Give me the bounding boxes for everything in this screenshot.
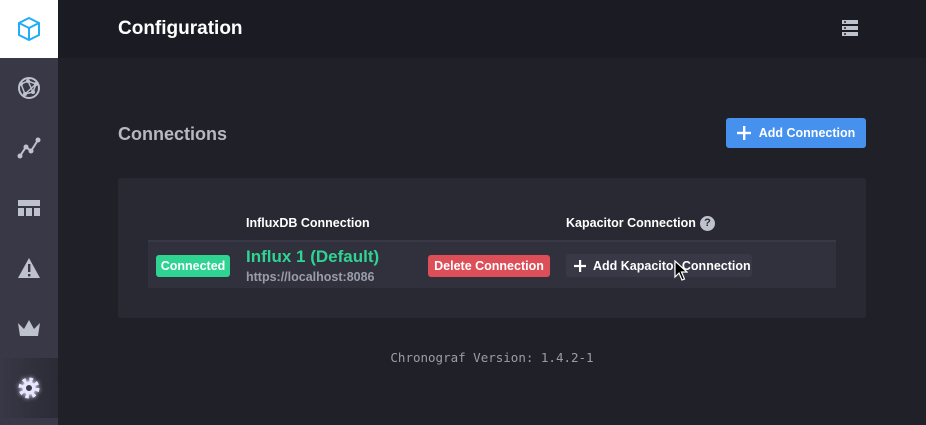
help-icon[interactable]: ? — [700, 216, 715, 231]
plus-icon — [736, 126, 751, 140]
dashboard-grid-icon — [18, 200, 40, 216]
delete-connection-button[interactable]: Delete Connection — [428, 255, 550, 277]
chronograf-logo[interactable] — [0, 0, 58, 58]
sidebar-item-alerts[interactable] — [0, 238, 58, 298]
sidebar-item-configuration[interactable] — [0, 358, 58, 418]
plus-icon — [574, 259, 586, 272]
connections-panel: InfluxDB Connection Kapacitor Connection… — [118, 178, 866, 318]
table-row: Connected Influx 1 (Default) https://loc… — [148, 240, 836, 288]
version-text: Chronograf Version: 1.4.2-1 — [390, 350, 594, 365]
connection-url: https://localhost:8086 — [246, 270, 375, 284]
gear-icon — [18, 377, 40, 399]
influxdb-column-header: InfluxDB Connection — [246, 216, 370, 230]
add-connection-label: Add Connection — [758, 126, 856, 140]
kapacitor-column-header: Kapacitor Connection — [566, 216, 696, 230]
page-title: Configuration — [118, 18, 243, 39]
add-kapacitor-label: Add Kapacitor Connection — [593, 258, 751, 273]
connections-title: Connections — [118, 124, 228, 144]
globe-network-icon — [18, 77, 40, 99]
server-list-icon[interactable] — [842, 20, 858, 36]
sidebar-item-data-explorer[interactable] — [0, 118, 58, 178]
status-badge: Connected — [156, 255, 230, 277]
sidebar-item-admin[interactable] — [0, 298, 58, 358]
page-header: Configuration — [58, 0, 926, 58]
connection-name-link[interactable]: Influx 1 (Default) — [246, 247, 379, 267]
sidebar-item-host-list[interactable] — [0, 58, 58, 118]
sidebar-item-dashboards[interactable] — [0, 178, 58, 238]
add-kapacitor-connection-button[interactable]: Add Kapacitor Connection — [566, 254, 752, 277]
alert-triangle-icon — [18, 258, 40, 278]
cube-logo-icon — [18, 16, 40, 42]
crown-icon — [18, 320, 40, 336]
graph-line-icon — [17, 137, 41, 159]
add-connection-button[interactable]: Add Connection — [726, 118, 866, 148]
